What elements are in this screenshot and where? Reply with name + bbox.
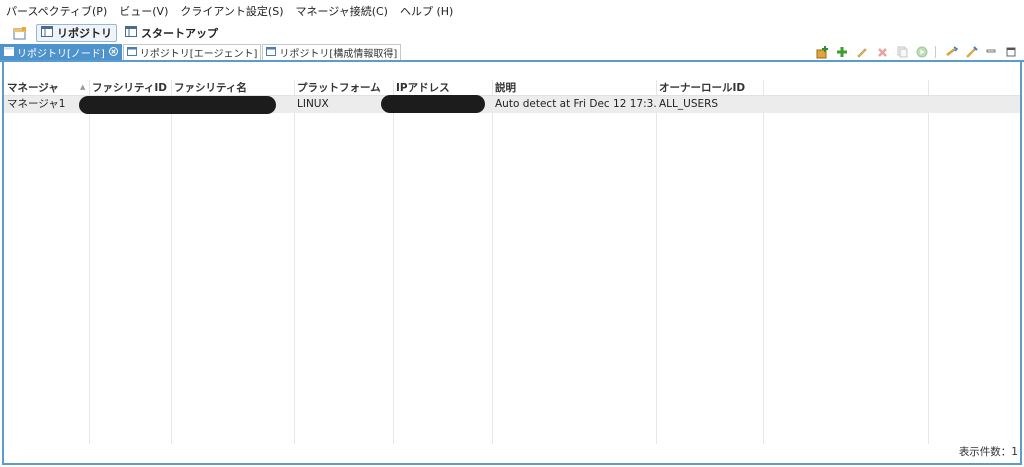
add-group-icon[interactable] — [813, 44, 831, 60]
view-toolbar — [811, 44, 1020, 60]
view-tab-bar: リポジトリ[ノード] リポジトリ[エージェント] リポジトリ[構成情報取得] — [0, 44, 1024, 62]
tab-label: リポジトリ[構成情報取得] — [279, 49, 398, 60]
column-divider — [492, 80, 493, 444]
open-perspective-icon[interactable] — [10, 24, 30, 42]
column-divider — [763, 80, 764, 444]
tab-label: リポジトリ[エージェント] — [139, 49, 258, 60]
run-icon[interactable] — [913, 44, 931, 60]
tab-label: リポジトリ[ノード] — [17, 49, 105, 60]
tab-repository-agent[interactable]: リポジトリ[エージェント] — [122, 44, 262, 60]
column-header-owner-role-id[interactable]: オーナーロールID — [656, 80, 763, 96]
column-header-facility-id[interactable]: ファシリティID — [89, 80, 171, 96]
table-row[interactable]: マネージャ1 LINUX Auto detect at Fri Dec 12 1… — [4, 95, 1020, 114]
column-divider — [294, 80, 295, 444]
tab-repository-config[interactable]: リポジトリ[構成情報取得] — [262, 44, 402, 60]
edit-icon[interactable] — [853, 44, 871, 60]
column-divider — [928, 80, 929, 444]
menu-perspective[interactable]: パースペクティブ(P) — [6, 3, 107, 19]
menu-bar: パースペクティブ(P) ビュー(V) クライアント設定(S) マネージャ接続(C… — [0, 0, 1024, 22]
refresh-icon[interactable] — [942, 44, 960, 60]
column-header-ip-address[interactable]: IPアドレス — [393, 80, 492, 96]
toolbar-separator — [935, 46, 936, 58]
column-header-description[interactable]: 説明 — [492, 80, 656, 96]
table-header: マネージャ ▲ ファシリティID ファシリティ名 プラットフォーム IPアドレス… — [4, 80, 1020, 96]
menu-view[interactable]: ビュー(V) — [119, 3, 168, 19]
menu-client-settings[interactable]: クライアント設定(S) — [180, 3, 283, 19]
delete-icon[interactable] — [873, 44, 891, 60]
cell-description: Auto detect at Fri Dec 12 17:3... — [495, 98, 656, 110]
view-icon — [266, 46, 277, 59]
minimize-icon[interactable] — [982, 44, 1000, 60]
add-icon[interactable] — [833, 44, 851, 60]
column-header-platform[interactable]: プラットフォーム — [294, 80, 393, 96]
column-divider — [393, 80, 394, 444]
record-count: 表示件数：1 — [958, 446, 1018, 458]
perspective-label: スタートアップ — [141, 27, 218, 40]
perspective-icon — [125, 26, 137, 40]
redaction-mark — [79, 96, 276, 114]
column-divider — [656, 80, 657, 444]
repository-node-view: マネージャ ▲ ファシリティID ファシリティ名 プラットフォーム IPアドレス… — [2, 62, 1022, 465]
column-divider — [89, 80, 90, 444]
view-icon — [126, 46, 137, 59]
cell-owner-role-id: ALL_USERS — [659, 98, 719, 110]
close-icon[interactable] — [108, 46, 118, 59]
view-icon — [4, 46, 14, 59]
sort-ascending-icon: ▲ — [80, 83, 86, 91]
tab-repository-node[interactable]: リポジトリ[ノード] — [0, 44, 122, 60]
column-header-manager[interactable]: マネージャ — [4, 80, 89, 96]
copy-icon[interactable] — [893, 44, 911, 60]
cell-manager: マネージャ1 — [7, 98, 66, 110]
perspective-label: リポジトリ — [57, 27, 112, 40]
maximize-icon[interactable] — [1002, 44, 1020, 60]
perspective-startup[interactable]: スタートアップ — [121, 24, 222, 42]
redaction-mark — [381, 95, 485, 113]
perspective-icon — [41, 26, 53, 40]
column-divider — [171, 80, 172, 444]
menu-manager-connection[interactable]: マネージャ接続(C) — [295, 3, 388, 19]
cell-platform: LINUX — [297, 98, 329, 110]
menu-help[interactable]: ヘルプ (H) — [400, 3, 453, 19]
perspective-bar: リポジトリ スタートアップ — [0, 22, 1024, 44]
filter-icon[interactable] — [962, 44, 980, 60]
node-table: マネージャ ▲ ファシリティID ファシリティ名 プラットフォーム IPアドレス… — [4, 80, 1020, 444]
perspective-repository[interactable]: リポジトリ — [36, 24, 117, 42]
column-header-facility-name[interactable]: ファシリティ名 — [171, 80, 294, 96]
